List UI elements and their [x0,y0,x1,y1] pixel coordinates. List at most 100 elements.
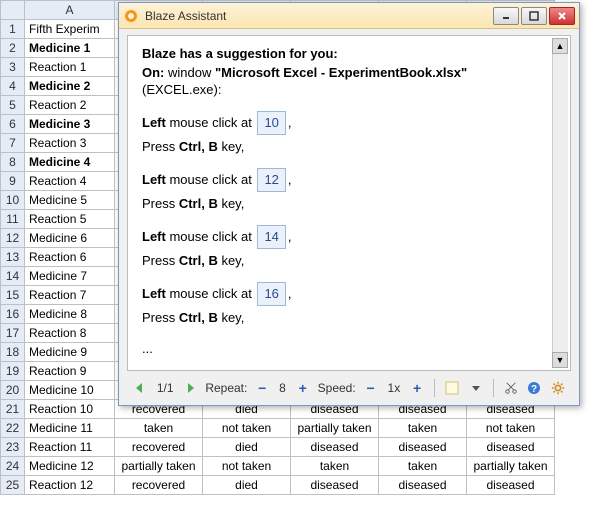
cell[interactable]: taken [379,457,467,476]
dropdown-icon[interactable] [467,379,485,397]
cell[interactable]: Reaction 1 [25,58,115,77]
cell[interactable]: not taken [203,419,291,438]
row-header[interactable]: 17 [1,324,25,343]
cell[interactable]: recovered [115,476,203,495]
minimize-button[interactable] [493,7,519,25]
step-press: Press Ctrl, B key, [142,308,556,328]
cell[interactable]: not taken [467,419,555,438]
row-header[interactable]: 18 [1,343,25,362]
cell[interactable]: taken [115,419,203,438]
cell[interactable]: Reaction 4 [25,172,115,191]
cell[interactable]: Reaction 7 [25,286,115,305]
cell[interactable]: Medicine 5 [25,191,115,210]
row-header[interactable]: 4 [1,77,25,96]
cell[interactable]: recovered [115,438,203,457]
help-icon[interactable]: ? [525,379,543,397]
row-header[interactable]: 13 [1,248,25,267]
cell[interactable]: taken [379,419,467,438]
cell[interactable]: Reaction 11 [25,438,115,457]
blaze-assistant-dialog: Blaze Assistant Blaze has a suggestion f… [118,2,580,406]
step-number[interactable]: 24 [257,371,285,372]
cell[interactable]: not taken [203,457,291,476]
row-header[interactable]: 9 [1,172,25,191]
gear-icon[interactable] [549,379,567,397]
on-window-name: "Microsoft Excel - ExperimentBook.xlsx" [215,65,467,80]
cell[interactable]: Medicine 2 [25,77,115,96]
next-button[interactable] [182,379,200,397]
cell[interactable]: Fifth Experim [25,20,115,39]
speed-minus[interactable]: − [362,379,380,397]
cell[interactable]: diseased [379,476,467,495]
cell[interactable]: died [203,438,291,457]
row-header[interactable]: 25 [1,476,25,495]
step-number[interactable]: 12 [257,168,285,192]
cell[interactable]: Reaction 8 [25,324,115,343]
speed-plus[interactable]: + [408,379,426,397]
cell[interactable]: partially taken [467,457,555,476]
cell[interactable]: diseased [467,438,555,457]
cell[interactable]: Reaction 10 [25,400,115,419]
row-header[interactable]: 3 [1,58,25,77]
titlebar[interactable]: Blaze Assistant [119,3,579,29]
row-header[interactable]: 21 [1,400,25,419]
cell[interactable]: Reaction 6 [25,248,115,267]
cell[interactable]: Medicine 4 [25,153,115,172]
row-header[interactable]: 11 [1,210,25,229]
cell[interactable]: Reaction 9 [25,362,115,381]
row-header[interactable]: 15 [1,286,25,305]
cell[interactable]: Medicine 9 [25,343,115,362]
row-header[interactable]: 2 [1,39,25,58]
cell[interactable]: Medicine 7 [25,267,115,286]
select-all-corner[interactable] [1,1,25,20]
row-header[interactable]: 6 [1,115,25,134]
cell[interactable]: diseased [379,438,467,457]
scissors-icon[interactable] [502,379,520,397]
row-header[interactable]: 7 [1,134,25,153]
cell[interactable]: Medicine 6 [25,229,115,248]
step-number[interactable]: 10 [257,111,285,135]
cell[interactable]: partially taken [291,419,379,438]
cell[interactable]: Reaction 12 [25,476,115,495]
row-header[interactable]: 20 [1,381,25,400]
row-header[interactable]: 24 [1,457,25,476]
step-number[interactable]: 14 [257,225,285,249]
maximize-button[interactable] [521,7,547,25]
cell[interactable]: died [203,476,291,495]
cell[interactable]: Medicine 10 [25,381,115,400]
cell[interactable]: taken [291,457,379,476]
row-header[interactable]: 12 [1,229,25,248]
close-button[interactable] [549,7,575,25]
cell[interactable]: Reaction 3 [25,134,115,153]
scroll-down-button[interactable]: ▼ [552,352,568,368]
row-header[interactable]: 8 [1,153,25,172]
row-header[interactable]: 19 [1,362,25,381]
speed-value: 1x [386,381,403,395]
repeat-plus[interactable]: + [294,379,312,397]
row-header[interactable]: 16 [1,305,25,324]
cell[interactable]: Reaction 2 [25,96,115,115]
cell[interactable]: Reaction 5 [25,210,115,229]
scroll-up-button[interactable]: ▲ [552,38,568,54]
repeat-minus[interactable]: − [253,379,271,397]
row-header[interactable]: 5 [1,96,25,115]
note-icon[interactable] [443,379,461,397]
table-row: 22Medicine 11takennot takenpartially tak… [1,419,555,438]
prev-button[interactable] [131,379,149,397]
row-header[interactable]: 1 [1,20,25,39]
cell[interactable]: Medicine 12 [25,457,115,476]
row-header[interactable]: 14 [1,267,25,286]
cell[interactable]: Medicine 1 [25,39,115,58]
cell[interactable]: diseased [291,476,379,495]
cell[interactable]: Medicine 11 [25,419,115,438]
cell[interactable]: diseased [467,476,555,495]
step-number[interactable]: 16 [257,282,285,306]
row-header[interactable]: 23 [1,438,25,457]
row-header[interactable]: 10 [1,191,25,210]
cell[interactable]: partially taken [115,457,203,476]
column-header-a[interactable]: A [25,1,115,20]
row-header[interactable]: 22 [1,419,25,438]
cell[interactable]: diseased [291,438,379,457]
scrollbar[interactable] [552,38,568,368]
cell[interactable]: Medicine 8 [25,305,115,324]
cell[interactable]: Medicine 3 [25,115,115,134]
